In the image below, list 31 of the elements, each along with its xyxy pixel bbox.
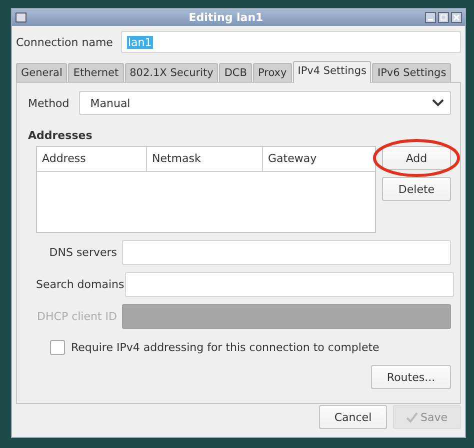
checkmark-icon (406, 412, 418, 422)
field-label: DNS servers (48, 246, 117, 259)
checkbox-label: Require IPv4 addressing for this connection to complete (71, 341, 380, 354)
tab[interactable]: 802.1X Security (124, 63, 218, 82)
window-title: Editing lan1 (188, 11, 264, 24)
field-label: Method (28, 96, 70, 110)
input-field[interactable] (122, 240, 451, 265)
field-label: DHCP client ID (36, 310, 117, 323)
minimize-icon[interactable] (425, 12, 436, 23)
tab[interactable]: DCB (219, 63, 252, 82)
column-header[interactable]: Address (37, 147, 147, 171)
add-button[interactable]: Add (382, 146, 451, 170)
routes-button[interactable]: Routes... (371, 365, 451, 389)
field-label: Connection name (16, 36, 113, 48)
input-field[interactable] (125, 272, 454, 297)
tab[interactable]: Ethernet (68, 63, 124, 82)
close-icon[interactable] (451, 12, 462, 23)
tab[interactable]: IPv4 Settings (292, 61, 372, 83)
maximize-icon[interactable] (438, 12, 449, 23)
cancel-button[interactable]: Cancel (319, 405, 387, 429)
column-header[interactable]: Gateway (263, 147, 375, 171)
tab[interactable]: IPv6 Settings (372, 63, 452, 82)
checkbox[interactable] (50, 340, 65, 355)
column-header[interactable]: Netmask (147, 147, 263, 171)
chevron-down-icon (432, 99, 444, 107)
tab[interactable]: General (16, 63, 68, 82)
delete-button[interactable]: Delete (382, 177, 451, 201)
app-icon (15, 12, 27, 23)
method-dropdown[interactable]: Manual (79, 91, 451, 115)
tab[interactable]: Proxy (252, 63, 292, 82)
section-heading: Addresses (28, 129, 94, 142)
